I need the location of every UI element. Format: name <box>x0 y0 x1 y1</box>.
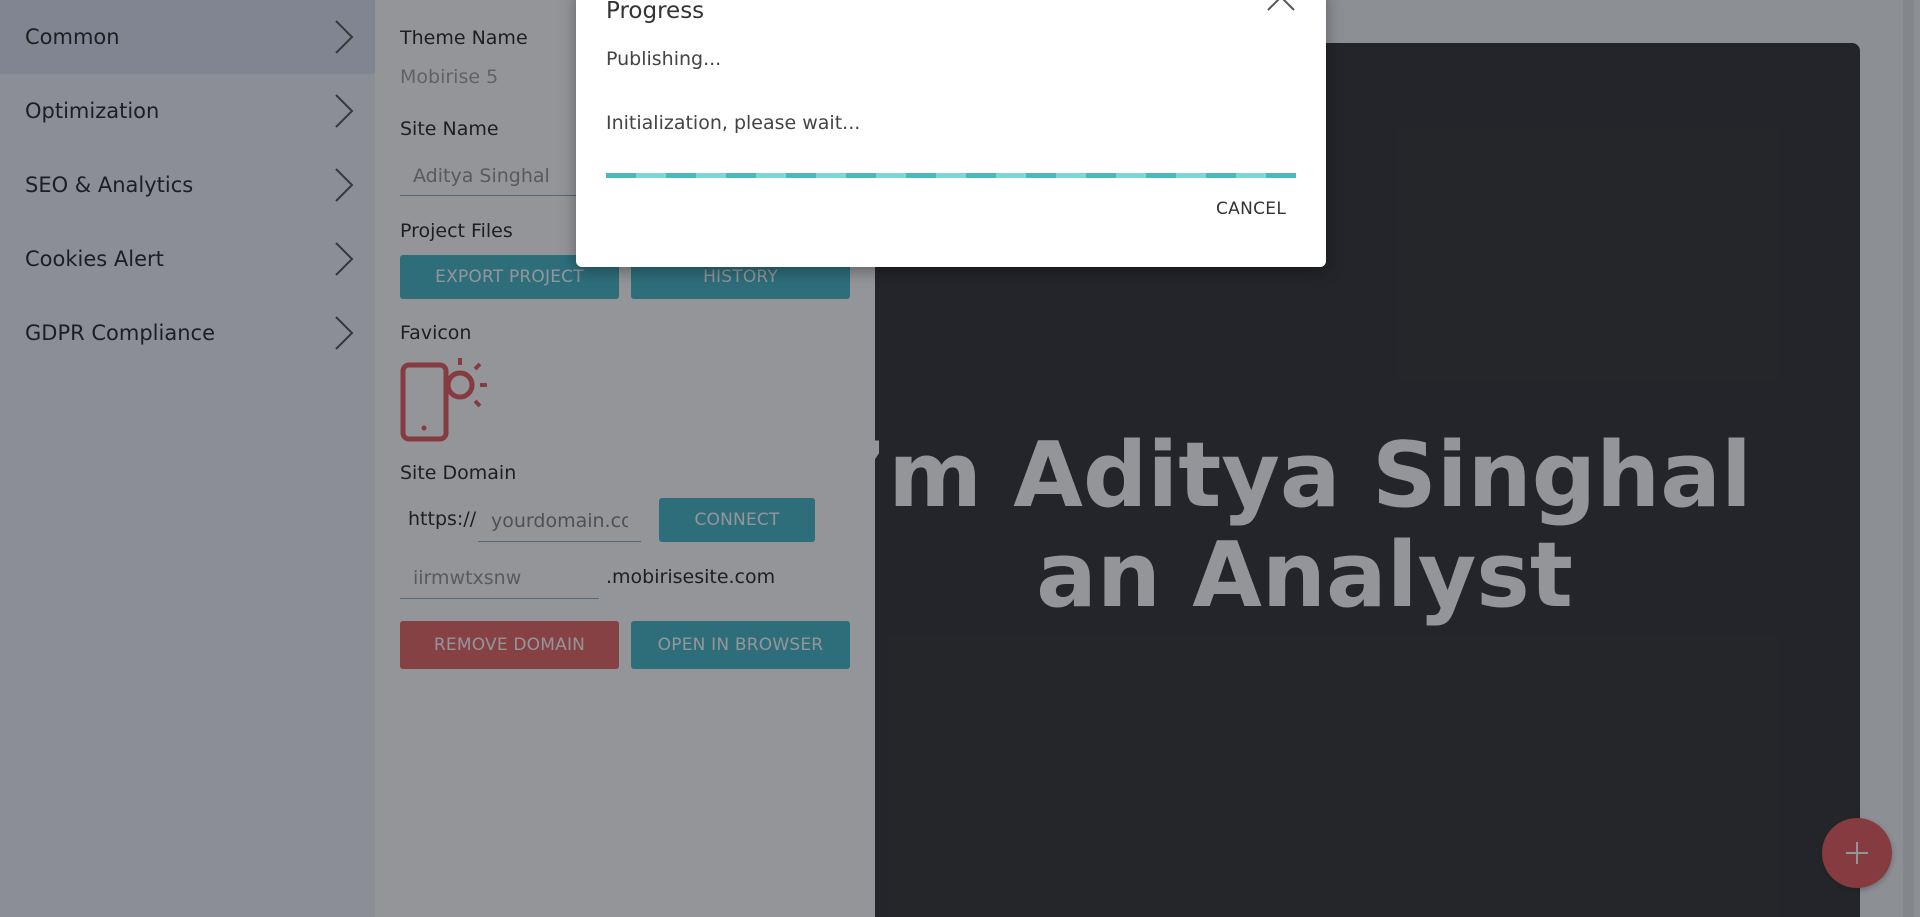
progress-dialog: Progress Publishing... Initialization, p… <box>576 0 1326 267</box>
cancel-button[interactable]: CANCEL <box>1208 195 1294 223</box>
chevron-up-icon[interactable] <box>1266 0 1296 18</box>
dialog-message: Initialization, please wait... <box>606 112 861 134</box>
dialog-title: Progress <box>606 0 705 24</box>
progress-bar <box>606 173 1296 178</box>
dialog-status: Publishing... <box>606 48 722 70</box>
